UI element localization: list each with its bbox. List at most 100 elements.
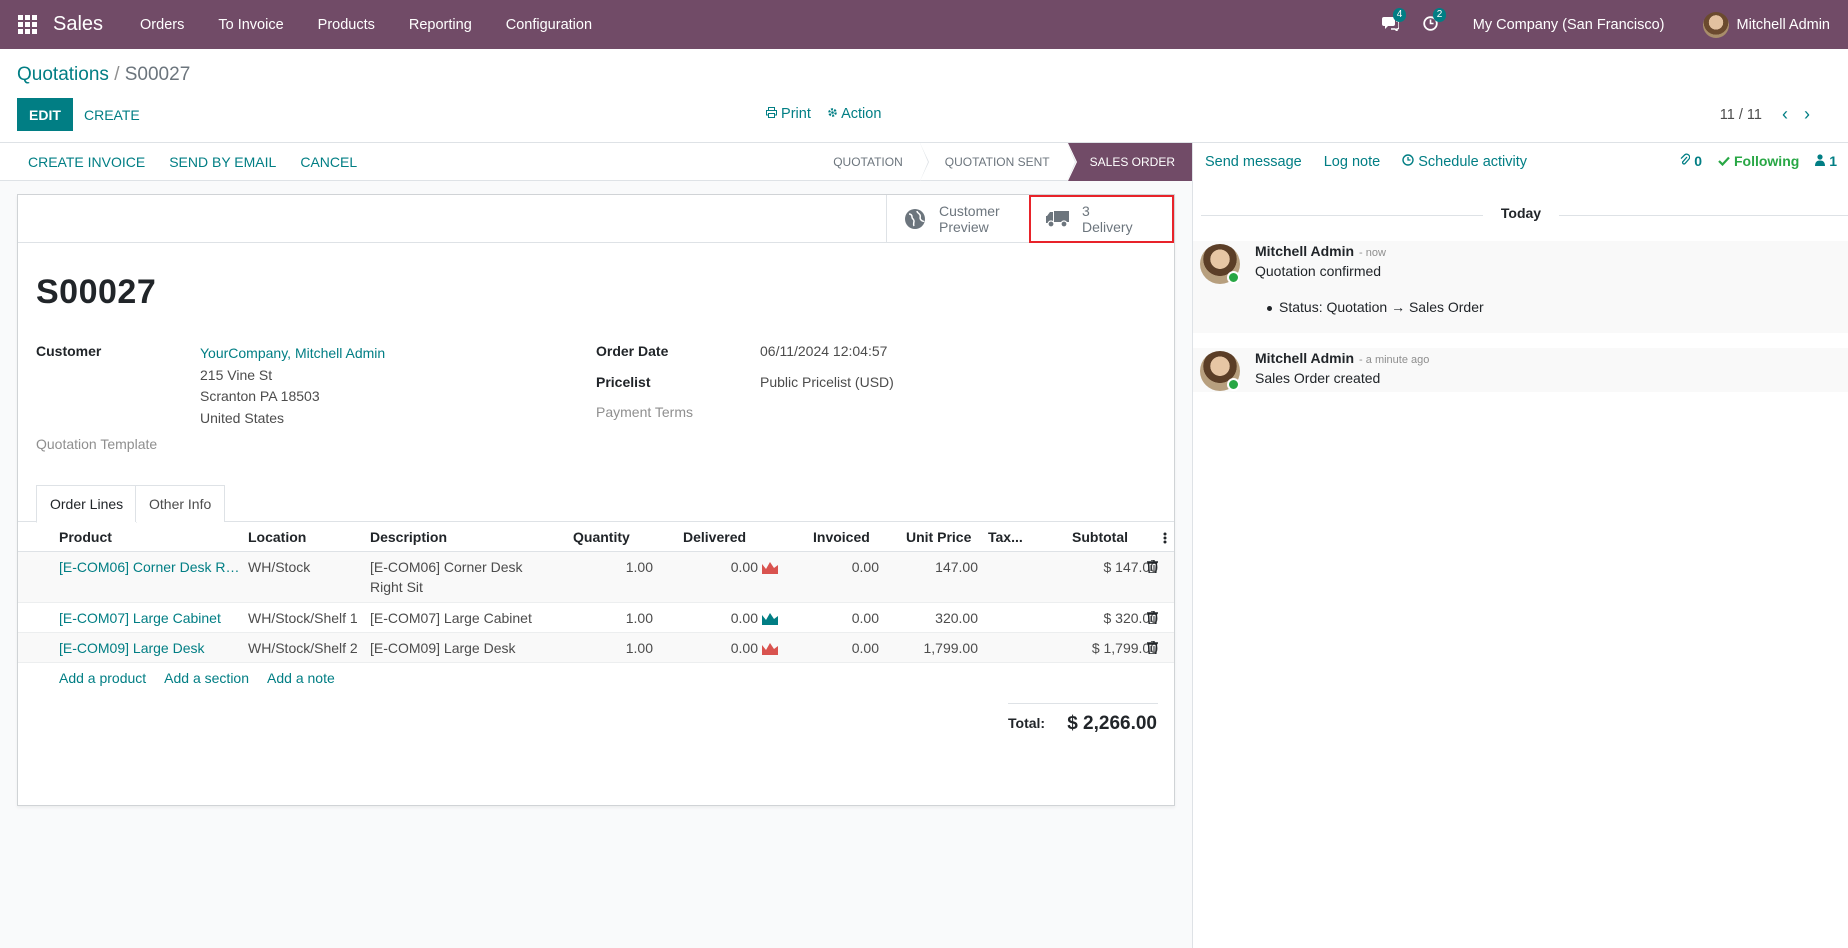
row-quantity: 1.00 [625, 640, 653, 656]
menu-configuration[interactable]: Configuration [489, 17, 609, 33]
table-row[interactable]: [E-COM09] Large Desk WH/Stock/Shelf 2 [E… [18, 633, 1174, 663]
add-note-link[interactable]: Add a note [267, 670, 335, 686]
user-menu[interactable]: Mitchell Admin [1687, 11, 1848, 38]
stage-quotation[interactable]: QUOTATION [809, 143, 929, 181]
optional-columns-icon[interactable] [1163, 531, 1167, 547]
attachments-button[interactable]: 0 [1680, 153, 1702, 169]
quotation-template-label: Quotation Template [36, 436, 158, 452]
add-product-link[interactable]: Add a product [59, 670, 146, 686]
row-subtotal: $ 1,799.00 [1091, 640, 1158, 656]
table-row[interactable]: [E-COM07] Large Cabinet WH/Stock/Shelf 1… [18, 603, 1174, 633]
pager-previous-icon[interactable]: ‹ [1774, 104, 1796, 125]
col-location[interactable]: Location [248, 522, 358, 552]
stage-quotation-sent[interactable]: QUOTATION SENT [921, 143, 1076, 181]
breadcrumb-quotations[interactable]: Quotations [17, 64, 109, 85]
delivery-label: Delivery [1082, 219, 1133, 235]
date-separator-label: Today [1500, 205, 1542, 221]
add-section-link[interactable]: Add a section [164, 670, 249, 686]
status-stages: QUOTATION QUOTATION SENT SALES ORDER [809, 143, 1193, 181]
create-invoice-button[interactable]: CREATE INVOICE [16, 154, 157, 170]
delivery-button[interactable]: 3 Delivery [1029, 195, 1174, 243]
edit-button[interactable]: EDIT [17, 98, 73, 131]
breadcrumb: Quotations / S00027 [17, 64, 190, 86]
send-by-email-button[interactable]: SEND BY EMAIL [157, 154, 288, 170]
menu-reporting[interactable]: Reporting [392, 17, 489, 33]
action-menu[interactable]: Action [827, 106, 881, 122]
app-name[interactable]: Sales [53, 13, 103, 36]
stage-sales-order[interactable]: SALES ORDER [1067, 143, 1193, 181]
pricelist-label: Pricelist [596, 374, 651, 390]
customer-link[interactable]: YourCompany, Mitchell Admin [200, 345, 385, 361]
tab-order-lines[interactable]: Order Lines [36, 485, 138, 523]
row-description: [E-COM06] Corner Desk Right Sit [370, 559, 523, 595]
col-taxes[interactable]: Tax... [988, 522, 1028, 552]
notebook-tabs: Order Lines Other Info [18, 485, 1174, 523]
chatter-panel: Send message Log note Schedule activity … [1192, 143, 1848, 948]
row-location: WH/Stock/Shelf 1 [248, 610, 358, 626]
followers-button[interactable]: 1 [1815, 153, 1837, 169]
schedule-activity-button[interactable]: Schedule activity [1402, 154, 1527, 170]
create-button[interactable]: CREATE [84, 98, 140, 131]
row-product[interactable]: [E-COM07] Large Cabinet [59, 603, 241, 633]
message-body: Quotation confirmed [1255, 263, 1382, 279]
cancel-button[interactable]: CANCEL [288, 154, 369, 170]
main-menu: Orders To Invoice Products Reporting Con… [123, 17, 609, 33]
total-amount: $ 2,266.00 [1067, 713, 1157, 734]
attachments-count: 0 [1694, 153, 1703, 169]
delete-row-icon[interactable] [1147, 611, 1158, 624]
col-description[interactable]: Description [370, 522, 530, 552]
col-delivered[interactable]: Delivered [683, 522, 763, 552]
user-avatar [1702, 11, 1729, 38]
message-time: - now [1359, 247, 1386, 259]
pager-next-icon[interactable]: › [1796, 104, 1818, 125]
order-lines-table: Product Location Description Quantity De… [18, 522, 1174, 693]
col-product[interactable]: Product [59, 522, 239, 552]
menu-products[interactable]: Products [301, 17, 392, 33]
order-date-label: Order Date [596, 343, 669, 359]
delete-row-icon[interactable] [1147, 641, 1158, 654]
company-switcher[interactable]: My Company (San Francisco) [1451, 17, 1687, 33]
table-row[interactable]: [E-COM06] Corner Desk Right Sit WH/Stock… [18, 552, 1174, 603]
form-sheet: Customer Preview 3 Delivery S00027 Custo… [17, 194, 1175, 806]
col-subtotal[interactable]: Subtotal [1072, 522, 1142, 552]
message-author[interactable]: Mitchell Admin - a minute ago [1255, 350, 1429, 366]
col-quantity[interactable]: Quantity [573, 522, 643, 552]
forecast-chart-icon[interactable] [762, 641, 778, 655]
row-unit-price: 1,799.00 [923, 640, 979, 656]
menu-orders[interactable]: Orders [123, 17, 201, 33]
forecast-chart-icon[interactable] [762, 611, 778, 625]
followers-count: 1 [1829, 153, 1837, 169]
tab-other-info[interactable]: Other Info [135, 485, 226, 522]
add-line-links: Add a product Add a section Add a note [59, 663, 335, 693]
action-menus: Print Action [766, 106, 881, 122]
message-author[interactable]: Mitchell Admin - now [1255, 243, 1386, 259]
row-delivered: 0.00 [730, 559, 758, 575]
messages-button[interactable]: 4 [1371, 7, 1411, 34]
log-note-button[interactable]: Log note [1324, 154, 1380, 170]
form-statusbar: CREATE INVOICE SEND BY EMAIL CANCEL QUOT… [0, 143, 1193, 181]
row-product[interactable]: [E-COM06] Corner Desk Right Sit [59, 552, 241, 603]
delete-row-icon[interactable] [1147, 560, 1158, 573]
pager-value[interactable]: 11 / 11 [1720, 107, 1762, 123]
menu-to-invoice[interactable]: To Invoice [201, 17, 300, 33]
send-message-button[interactable]: Send message [1205, 154, 1302, 170]
forecast-chart-icon[interactable] [762, 560, 778, 574]
chatter-message: Mitchell Admin - a minute ago Sales Order… [1193, 348, 1848, 392]
chatter-topbar: Send message Log note Schedule activity … [1193, 143, 1848, 181]
activities-button[interactable]: 2 [1411, 7, 1451, 34]
pricelist-value: Public Pricelist (USD) [760, 374, 894, 390]
print-menu[interactable]: Print [766, 106, 811, 122]
message-tracking-value: Status: Quotation → Sales Order [1267, 299, 1484, 315]
row-invoiced: 0.00 [851, 610, 879, 626]
delivery-text: 3 Delivery [1082, 203, 1133, 235]
following-button[interactable]: Following [1718, 153, 1799, 169]
col-invoiced[interactable]: Invoiced [813, 522, 883, 552]
apps-menu-icon[interactable] [17, 15, 37, 35]
gear-icon [828, 108, 837, 117]
row-subtotal: $ 147.00 [1103, 559, 1159, 575]
row-product[interactable]: [E-COM09] Large Desk [59, 633, 241, 663]
col-unit-price[interactable]: Unit Price [906, 522, 986, 552]
activities-count-badge: 2 [1432, 7, 1447, 22]
globe-icon [901, 208, 929, 230]
customer-preview-button[interactable]: Customer Preview [886, 195, 1028, 243]
